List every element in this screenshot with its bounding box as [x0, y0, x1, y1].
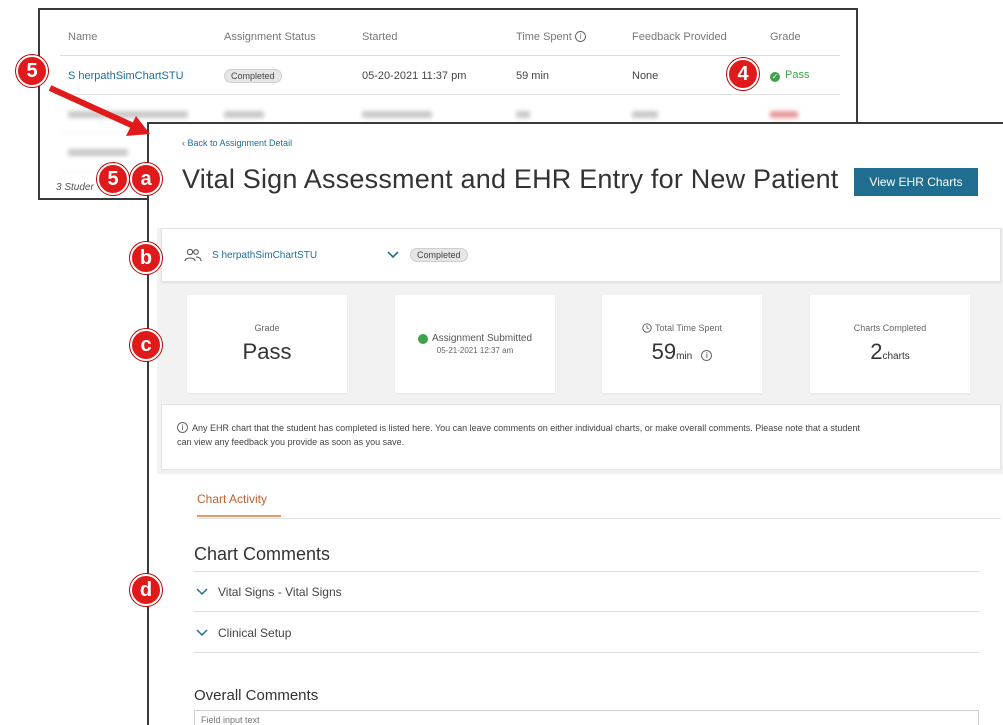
pointer-arrow: [48, 85, 150, 136]
callout-badge: 5: [97, 163, 129, 195]
callout-badge: c: [130, 329, 162, 361]
callout-badge: 4: [727, 58, 759, 90]
callout-badge: a: [130, 163, 162, 195]
callout-badge: b: [130, 242, 162, 274]
callout-badge: d: [130, 574, 162, 606]
callout-badge: 5: [16, 55, 48, 87]
